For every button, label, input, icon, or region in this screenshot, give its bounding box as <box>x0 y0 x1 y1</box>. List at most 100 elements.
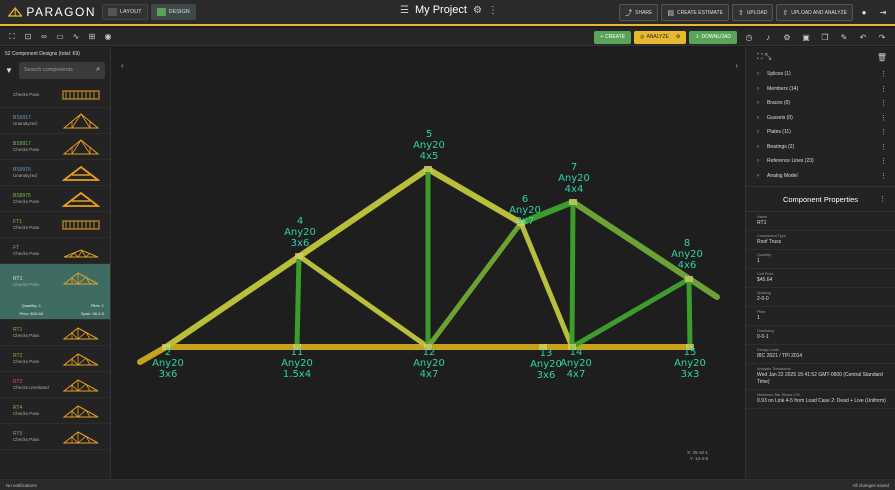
joint-label[interactable]: 11 Any20 1.5x4 <box>281 347 313 380</box>
redo-icon[interactable]: ↷ <box>875 30 889 44</box>
tree-item[interactable]: › Bearings (2) ⋮ <box>746 140 895 155</box>
project-title[interactable]: My Project <box>415 4 467 16</box>
create-button[interactable]: + CREATE <box>594 30 632 44</box>
analyze-button[interactable]: ◎ ANALYZE ⚙ <box>634 30 687 44</box>
tree-item[interactable]: › Braces (0) ⋮ <box>746 96 895 111</box>
member-web[interactable] <box>686 276 693 350</box>
plate-marker[interactable] <box>685 276 693 282</box>
select-icon[interactable]: ⛶ <box>5 30 19 44</box>
filter-icon[interactable]: ▼ <box>5 66 15 75</box>
tree-item-label: Reference Lines (23) <box>767 158 814 165</box>
more-vertical-icon[interactable]: ⋮ <box>880 70 887 78</box>
gear-icon[interactable]: ⚙ <box>473 5 482 16</box>
joint-label[interactable]: 8 Any20 4x6 <box>671 238 703 271</box>
component-item[interactable]: Checks Pass <box>0 82 110 108</box>
property-field[interactable]: Component Type Roof Truss <box>746 231 895 250</box>
chart-line-icon[interactable]: ∿ <box>69 30 83 44</box>
more-vertical-icon[interactable]: ⋮ <box>880 85 887 93</box>
design-canvas[interactable]: ‹ › 2 Any20 3x6 4 Any20 3x6 5 Any20 4x5 6 Any20 3x7… <box>112 47 744 478</box>
bell-icon[interactable]: ♪ <box>761 30 775 44</box>
mode-layout-button[interactable]: LAYOUT <box>102 4 148 20</box>
component-item[interactable]: FT1 Checks Pass <box>0 212 110 238</box>
component-item[interactable]: RT3 Checks Unrelated <box>0 372 110 398</box>
more-vertical-icon[interactable]: ⋮ <box>880 157 887 165</box>
fit-view-icon[interactable]: ⊡ <box>21 30 35 44</box>
tree-item[interactable]: › Analog Model ⋮ <box>746 169 895 184</box>
trash-icon[interactable]: 🗑 <box>877 53 887 62</box>
plate-marker[interactable] <box>295 253 303 259</box>
upload-analyze-button[interactable]: ⇧ UPLOAD AND ANALYZE <box>776 4 853 21</box>
member-web[interactable] <box>569 199 576 350</box>
plate-marker[interactable] <box>569 199 577 205</box>
undo-icon[interactable]: ↶ <box>856 30 870 44</box>
truss-drawing[interactable]: 2 Any20 3x64 Any20 3x65 Any20 4x56 Any20 3x77 Any… <box>112 47 744 478</box>
share-button[interactable]: ⤴ SHARE <box>619 4 659 21</box>
property-field[interactable]: Maximum Bar Stress CSI 0.93 on Link 4-5 … <box>746 390 895 409</box>
settings-icon[interactable]: ⚙ <box>780 30 794 44</box>
joint-label[interactable]: 12 Any20 4x7 <box>413 347 445 380</box>
component-item[interactable]: BS9917 Unanalyzed <box>0 108 110 134</box>
brand-logo[interactable]: PARAGON <box>8 5 96 19</box>
more-vertical-icon[interactable]: ⋮ <box>880 114 887 122</box>
component-item[interactable]: BS9917 Checks Pass <box>0 134 110 160</box>
tree-item[interactable]: › Gussets (0) ⋮ <box>746 111 895 126</box>
tree-item[interactable]: › Reference Lines (23) ⋮ <box>746 154 895 169</box>
grid-icon[interactable]: ⊞ <box>85 30 99 44</box>
property-field[interactable]: Overhang 0-0-1 <box>746 326 895 345</box>
joint-label[interactable]: 5 Any20 4x5 <box>413 129 445 162</box>
property-field[interactable]: Unit Price $45.64 <box>746 269 895 288</box>
member-web[interactable] <box>425 220 524 350</box>
tree-item[interactable]: › Splices (1) ⋮ <box>746 67 895 82</box>
download-button[interactable]: ⇩ DOWNLOAD <box>689 30 737 44</box>
component-item[interactable]: RT4 Checks Pass <box>0 398 110 424</box>
component-item[interactable]: RT1 Checks Pass Quantity: 1 Plies: 1 Pri… <box>0 264 110 320</box>
copy-icon[interactable]: ❐ <box>818 30 832 44</box>
property-field[interactable]: Spacing 2-0-0 <box>746 288 895 307</box>
property-field[interactable]: Analysis Timestamp Wed Jan 22 2025 15:41… <box>746 364 895 390</box>
history-icon[interactable]: ◷ <box>742 30 756 44</box>
menu-list-icon[interactable]: ☰ <box>400 5 409 16</box>
property-field[interactable]: Design Code IBC 2021 / TPI 2014 <box>746 345 895 364</box>
mode-design-button[interactable]: DESIGN <box>150 4 196 20</box>
ruler-icon[interactable]: ▭ <box>53 30 67 44</box>
joint-label[interactable]: 14 Any20 4x7 <box>560 347 592 380</box>
joint-label[interactable]: 7 Any20 4x4 <box>558 162 590 195</box>
more-vertical-icon[interactable]: ⋮ <box>880 128 887 136</box>
upload-button[interactable]: ⇧ UPLOAD <box>731 4 774 21</box>
component-item[interactable]: BS9975 Checks Pass <box>0 186 110 212</box>
member-web[interactable] <box>569 276 692 350</box>
member-web[interactable] <box>296 253 431 350</box>
eye-icon[interactable]: ◉ <box>101 30 115 44</box>
member-web[interactable] <box>518 220 575 350</box>
property-field[interactable]: Quantity 1 <box>746 250 895 269</box>
component-item[interactable]: RT2 Checks Pass <box>0 346 110 372</box>
link-icon[interactable]: ∞ <box>37 30 51 44</box>
property-field[interactable]: Plies 1 <box>746 307 895 326</box>
member-web[interactable] <box>294 253 302 350</box>
pencil-icon[interactable]: ✎ <box>837 30 851 44</box>
tree-item[interactable]: › Plates (11) ⋮ <box>746 125 895 140</box>
plate-marker[interactable] <box>424 166 432 172</box>
logout-icon[interactable]: ⇥ <box>875 4 891 21</box>
component-item[interactable]: BS9975 Unanalyzed <box>0 160 110 186</box>
more-vertical-icon[interactable]: ⋮ <box>879 195 886 203</box>
tree-item[interactable]: › Members (14) ⋮ <box>746 82 895 97</box>
member-top-chord-mid[interactable] <box>425 166 524 226</box>
expand-collapse-icons[interactable]: ⛶ ⤡ <box>757 52 771 62</box>
component-item[interactable]: RT5 Checks Pass <box>0 424 110 450</box>
component-item[interactable]: RT1 Checks Pass <box>0 320 110 346</box>
lock-icon[interactable]: ▣ <box>799 30 813 44</box>
create-estimate-button[interactable]: ▤ CREATE ESTIMATE <box>661 4 729 21</box>
more-vertical-icon[interactable]: ⋮ <box>880 172 887 180</box>
more-vertical-icon[interactable]: ⋮ <box>880 143 887 151</box>
more-vertical-icon[interactable]: ⋮ <box>488 5 498 16</box>
component-item[interactable]: FT Checks Pass <box>0 238 110 264</box>
joint-label[interactable]: 4 Any20 3x6 <box>284 216 316 249</box>
search-input[interactable]: Search components ⌕ <box>19 61 105 79</box>
joint-label[interactable]: 15 Any20 3x3 <box>674 347 706 380</box>
more-vertical-icon[interactable]: ⋮ <box>880 99 887 107</box>
joint-label[interactable]: 13 Any20 3x6 <box>530 348 562 381</box>
user-icon[interactable]: ● <box>856 4 872 21</box>
component-status: Checks Pass <box>13 146 40 152</box>
property-field[interactable]: Name RT1 <box>746 212 895 231</box>
